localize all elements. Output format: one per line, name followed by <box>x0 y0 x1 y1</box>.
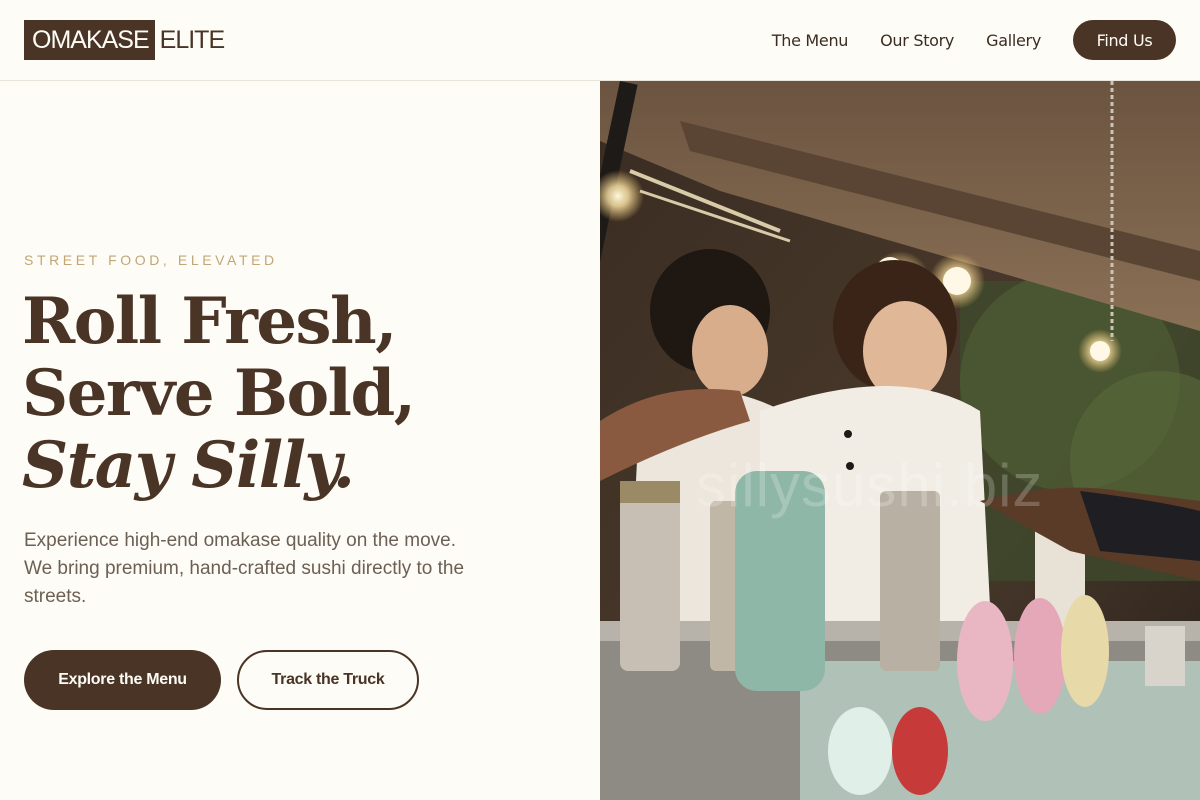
logo-secondary: ELITE <box>159 25 225 54</box>
food-stall-illustration <box>600 81 1200 800</box>
nav-link-our-story[interactable]: Our Story <box>880 31 954 50</box>
track-truck-button[interactable]: Track the Truck <box>237 650 419 710</box>
main-nav: The Menu Our Story Gallery Find Us <box>772 20 1176 60</box>
hero-subtext: Experience high-end omakase quality on t… <box>24 530 465 607</box>
headline-line-1: Roll Fresh, <box>22 284 397 359</box>
headline-line-2: Serve Bold, <box>22 356 416 431</box>
logo[interactable]: OMAKASE ELITE <box>24 20 225 60</box>
find-us-button[interactable]: Find Us <box>1073 20 1176 60</box>
hero-eyebrow: STREET FOOD, ELEVATED <box>24 252 278 268</box>
headline-line-3: Stay Silly. <box>22 428 355 503</box>
watermark-text: sillysushi.biz <box>696 452 1044 519</box>
explore-menu-button[interactable]: Explore the Menu <box>24 650 221 710</box>
hero-photo: sillysushi.biz <box>600 81 1200 800</box>
hero-headline: Roll Fresh, Serve Bold, Stay Silly. <box>22 286 582 502</box>
logo-primary: OMAKASE <box>24 20 155 60</box>
nav-link-menu[interactable]: The Menu <box>772 31 849 50</box>
site-header: OMAKASE ELITE The Menu Our Story Gallery… <box>0 0 1200 81</box>
nav-link-gallery[interactable]: Gallery <box>986 31 1041 50</box>
